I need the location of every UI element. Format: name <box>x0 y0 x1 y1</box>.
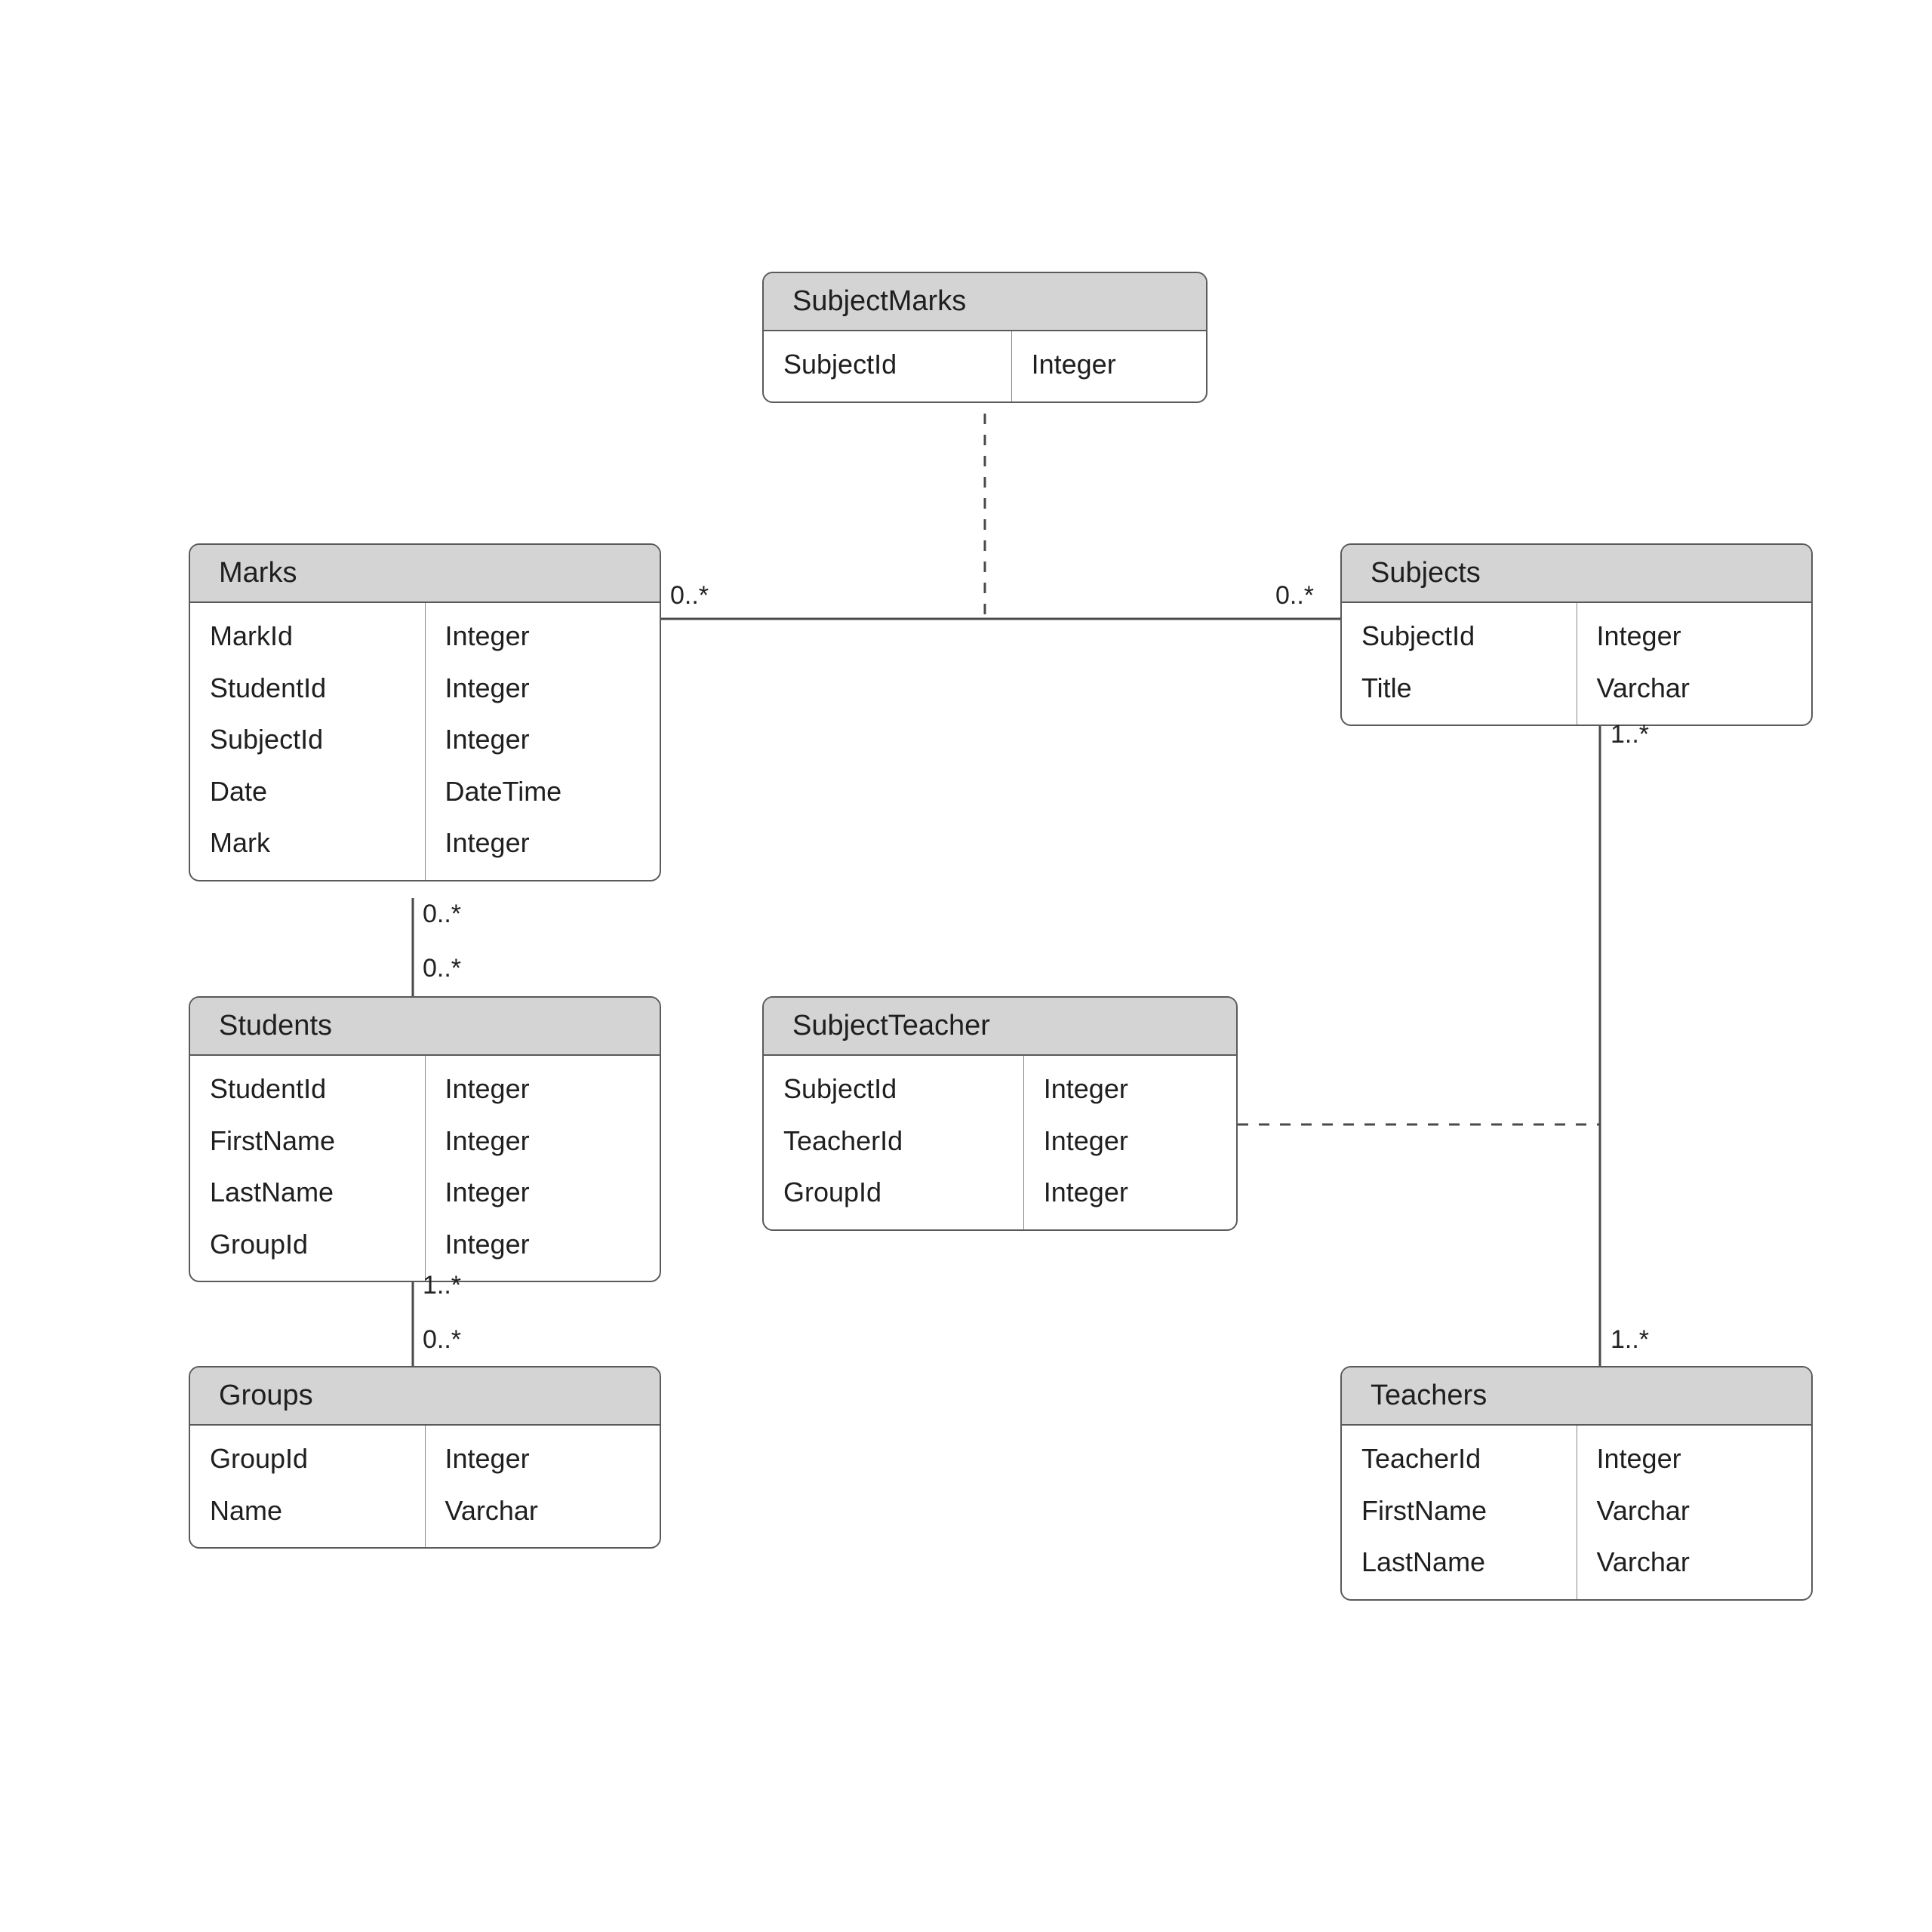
multiplicity-label: 0..* <box>423 900 461 929</box>
entity-students: Students StudentId FirstName LastName Gr… <box>189 996 661 1282</box>
multiplicity-label: 1..* <box>1611 720 1649 749</box>
field-type: Integer <box>426 1167 660 1219</box>
entity-title: Subjects <box>1342 545 1811 603</box>
field-name: SubjectId <box>764 339 1011 391</box>
field-name: SubjectId <box>190 714 425 766</box>
field-name: SubjectId <box>1342 611 1577 663</box>
multiplicity-label: 1..* <box>1611 1325 1649 1355</box>
field-type: Integer <box>426 1433 660 1485</box>
entity-subjects: Subjects SubjectId Title Integer Varchar <box>1340 543 1813 726</box>
field-name: StudentId <box>190 1063 425 1115</box>
field-name: Title <box>1342 663 1577 715</box>
entity-title: Groups <box>190 1367 660 1426</box>
entity-title: SubjectMarks <box>764 273 1206 331</box>
field-name: TeacherId <box>764 1115 1023 1168</box>
field-name: GroupId <box>190 1433 425 1485</box>
field-name: GroupId <box>764 1167 1023 1219</box>
field-type: Varchar <box>1577 663 1812 715</box>
field-name: Name <box>190 1485 425 1537</box>
field-type: Integer <box>1024 1115 1236 1168</box>
field-name: FirstName <box>190 1115 425 1168</box>
entity-subjectmarks: SubjectMarks SubjectId Integer <box>762 272 1208 403</box>
entity-title: Marks <box>190 545 660 603</box>
field-type: Integer <box>1012 339 1206 391</box>
field-name: LastName <box>1342 1537 1577 1589</box>
field-type: Integer <box>426 1063 660 1115</box>
field-type: Integer <box>1577 1433 1812 1485</box>
entity-title: Teachers <box>1342 1367 1811 1426</box>
field-type: Integer <box>426 714 660 766</box>
field-type: Integer <box>1024 1063 1236 1115</box>
field-type: Varchar <box>1577 1537 1812 1589</box>
field-name: Date <box>190 766 425 818</box>
field-name: TeacherId <box>1342 1433 1577 1485</box>
field-type: Varchar <box>426 1485 660 1537</box>
entity-title: Students <box>190 998 660 1056</box>
field-name: FirstName <box>1342 1485 1577 1537</box>
er-diagram-canvas: SubjectMarks SubjectId Integer Marks Mar… <box>0 0 1932 1932</box>
field-name: Mark <box>190 817 425 869</box>
entity-title: SubjectTeacher <box>764 998 1236 1056</box>
entity-subjectteacher: SubjectTeacher SubjectId TeacherId Group… <box>762 996 1238 1231</box>
multiplicity-label: 0..* <box>1275 581 1314 611</box>
field-name: StudentId <box>190 663 425 715</box>
multiplicity-label: 0..* <box>423 1325 461 1355</box>
multiplicity-label: 1..* <box>423 1271 461 1300</box>
field-type: Integer <box>1577 611 1812 663</box>
multiplicity-label: 0..* <box>423 954 461 983</box>
field-name: SubjectId <box>764 1063 1023 1115</box>
field-type: Integer <box>426 663 660 715</box>
multiplicity-label: 0..* <box>670 581 709 611</box>
entity-groups: Groups GroupId Name Integer Varchar <box>189 1366 661 1549</box>
field-type: DateTime <box>426 766 660 818</box>
field-type: Integer <box>1024 1167 1236 1219</box>
entity-marks: Marks MarkId StudentId SubjectId Date Ma… <box>189 543 661 881</box>
entity-teachers: Teachers TeacherId FirstName LastName In… <box>1340 1366 1813 1601</box>
field-name: LastName <box>190 1167 425 1219</box>
field-type: Integer <box>426 1115 660 1168</box>
field-name: GroupId <box>190 1219 425 1271</box>
field-type: Integer <box>426 1219 660 1271</box>
field-type: Integer <box>426 817 660 869</box>
field-name: MarkId <box>190 611 425 663</box>
field-type: Varchar <box>1577 1485 1812 1537</box>
field-type: Integer <box>426 611 660 663</box>
